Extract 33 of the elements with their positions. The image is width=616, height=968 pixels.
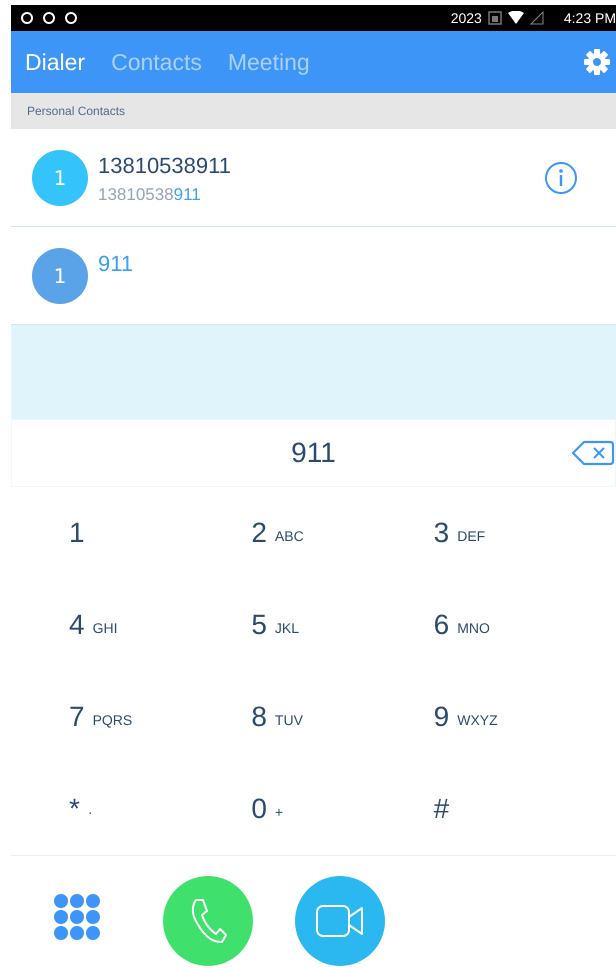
keypad-key[interactable]: 8 TUV xyxy=(251,671,434,763)
keypad-key[interactable]: 3 DEF xyxy=(434,487,616,579)
keypad-key[interactable]: 9 WXYZ xyxy=(434,671,616,763)
contact-name: 911 xyxy=(98,251,134,277)
keypad-key[interactable]: 0 + xyxy=(251,763,434,855)
keypad-key[interactable]: 5 JKL xyxy=(251,579,434,671)
keypad-icon[interactable] xyxy=(53,893,101,941)
keypad-key[interactable]: # xyxy=(434,763,616,855)
network-icon xyxy=(488,11,502,25)
contact-name: 13810538911 xyxy=(98,153,232,179)
video-camera-icon xyxy=(315,904,365,938)
contact-number: 13810538911 xyxy=(98,185,202,205)
notification-icon xyxy=(21,11,33,25)
backspace-icon[interactable] xyxy=(571,440,615,466)
dial-input-field[interactable]: 911 xyxy=(11,419,616,487)
keypad-key[interactable]: 2 ABC xyxy=(251,487,434,579)
signal-icon xyxy=(530,11,544,25)
avatar: 1 xyxy=(32,150,88,206)
wifi-icon xyxy=(508,11,524,25)
status-text: 2023 xyxy=(450,10,482,26)
settings-icon[interactable] xyxy=(584,49,610,75)
contact-row[interactable]: 1 13810538911 13810538911 xyxy=(11,129,616,227)
notification-icon xyxy=(43,11,55,25)
keypad-key[interactable]: 1 xyxy=(69,487,252,579)
section-header: Personal Contacts xyxy=(11,93,616,129)
clock-time: 4:23 PM xyxy=(564,10,616,26)
keypad-key[interactable]: 7 PQRS xyxy=(69,671,252,763)
notification-icon xyxy=(65,11,77,25)
avatar: 1 xyxy=(32,248,88,304)
info-icon[interactable] xyxy=(544,160,578,194)
keypad-key[interactable]: * · xyxy=(69,763,252,855)
keypad-key[interactable]: 6 MNO xyxy=(434,579,616,671)
keypad-key[interactable]: 4 GHI xyxy=(69,579,252,671)
